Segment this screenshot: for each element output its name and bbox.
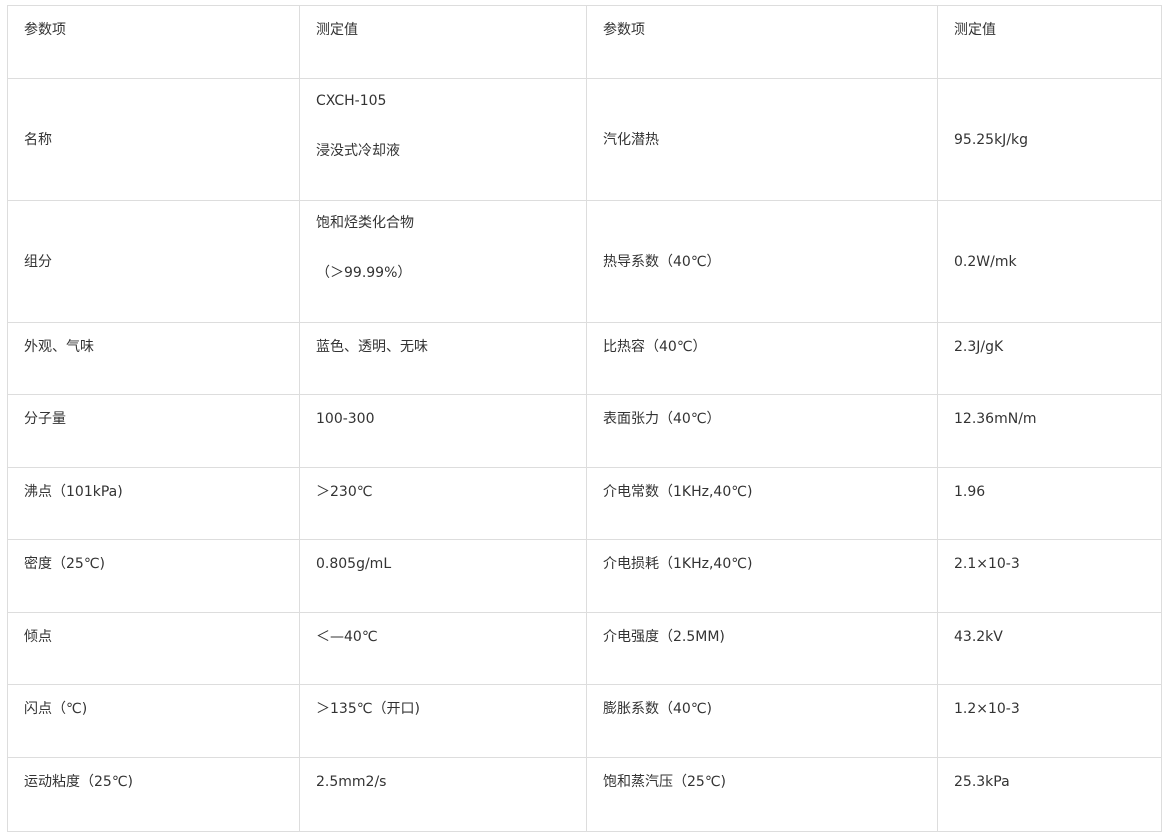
param-dielectric-constant: 介电常数（1KHz,40℃) bbox=[586, 467, 938, 540]
value-expansion-coefficient: 1.2×10-3 bbox=[937, 684, 1162, 758]
value-name: CXCH-105 浸没式冷却液 bbox=[299, 78, 587, 201]
value-vapor-pressure: 25.3kPa bbox=[937, 757, 1162, 832]
table-row: 闪点（℃) ＞135℃（开口) 膨胀系数（40℃) 1.2×10-3 bbox=[7, 684, 1162, 758]
value-density: 0.805g/mL bbox=[299, 539, 587, 613]
value-dielectric-strength: 43.2kV bbox=[937, 612, 1162, 685]
value-appearance: 蓝色、透明、无味 bbox=[299, 322, 587, 395]
param-kinematic-viscosity: 运动粘度（25℃) bbox=[7, 757, 300, 832]
value-flash-point: ＞135℃（开口) bbox=[299, 684, 587, 758]
table-row: 运动粘度（25℃) 2.5mm2/s 饱和蒸汽压（25℃) 25.3kPa bbox=[7, 757, 1162, 832]
param-expansion-coefficient: 膨胀系数（40℃) bbox=[586, 684, 938, 758]
param-appearance: 外观、气味 bbox=[7, 322, 300, 395]
value-composition-line1: 饱和烃类化合物 bbox=[316, 215, 414, 231]
header-value-1: 测定值 bbox=[299, 5, 587, 79]
table-row: 分子量 100-300 表面张力（40℃） 12.36mN/m bbox=[7, 394, 1162, 468]
value-specific-heat: 2.3J/gK bbox=[937, 322, 1162, 395]
spec-table: 参数项 测定值 参数项 测定值 名称 CXCH-105 浸没式冷却液 汽化潜热 … bbox=[7, 5, 1162, 832]
param-surface-tension: 表面张力（40℃） bbox=[586, 394, 938, 468]
table-row: 密度（25℃) 0.805g/mL 介电损耗（1KHz,40℃) 2.1×10-… bbox=[7, 539, 1162, 613]
value-surface-tension: 12.36mN/m bbox=[937, 394, 1162, 468]
param-composition: 组分 bbox=[7, 200, 300, 323]
value-boiling-point: ＞230℃ bbox=[299, 467, 587, 540]
header-value-2: 测定值 bbox=[937, 5, 1162, 79]
param-dielectric-loss: 介电损耗（1KHz,40℃) bbox=[586, 539, 938, 613]
param-dielectric-strength: 介电强度（2.5MM) bbox=[586, 612, 938, 685]
value-composition: 饱和烃类化合物 （＞99.99%） bbox=[299, 200, 587, 323]
param-flash-point: 闪点（℃) bbox=[7, 684, 300, 758]
param-specific-heat: 比热容（40℃） bbox=[586, 322, 938, 395]
value-molecular-weight: 100-300 bbox=[299, 394, 587, 468]
param-vapor-pressure: 饱和蒸汽压（25℃) bbox=[586, 757, 938, 832]
table-row: 名称 CXCH-105 浸没式冷却液 汽化潜热 95.25kJ/kg bbox=[7, 78, 1162, 201]
header-param-1: 参数项 bbox=[7, 5, 300, 79]
header-param-2: 参数项 bbox=[586, 5, 938, 79]
param-name: 名称 bbox=[7, 78, 300, 201]
value-thermal-conductivity: 0.2W/mk bbox=[937, 200, 1162, 323]
param-pour-point: 倾点 bbox=[7, 612, 300, 685]
param-density: 密度（25℃) bbox=[7, 539, 300, 613]
table-row: 外观、气味 蓝色、透明、无味 比热容（40℃） 2.3J/gK bbox=[7, 322, 1162, 395]
value-dielectric-loss: 2.1×10-3 bbox=[937, 539, 1162, 613]
value-name-line1: CXCH-105 bbox=[316, 93, 387, 109]
value-kinematic-viscosity: 2.5mm2/s bbox=[299, 757, 587, 832]
value-name-line2: 浸没式冷却液 bbox=[316, 143, 400, 159]
table-header-row: 参数项 测定值 参数项 测定值 bbox=[7, 5, 1162, 79]
table-row: 沸点（101kPa) ＞230℃ 介电常数（1KHz,40℃) 1.96 bbox=[7, 467, 1162, 540]
param-molecular-weight: 分子量 bbox=[7, 394, 300, 468]
value-pour-point: ＜—40℃ bbox=[299, 612, 587, 685]
value-dielectric-constant: 1.96 bbox=[937, 467, 1162, 540]
param-latent-heat: 汽化潜热 bbox=[586, 78, 938, 201]
param-thermal-conductivity: 热导系数（40℃） bbox=[586, 200, 938, 323]
value-composition-line2: （＞99.99%） bbox=[316, 265, 412, 281]
value-latent-heat: 95.25kJ/kg bbox=[937, 78, 1162, 201]
param-boiling-point: 沸点（101kPa) bbox=[7, 467, 300, 540]
table-row: 组分 饱和烃类化合物 （＞99.99%） 热导系数（40℃） 0.2W/mk bbox=[7, 200, 1162, 323]
table-row: 倾点 ＜—40℃ 介电强度（2.5MM) 43.2kV bbox=[7, 612, 1162, 685]
